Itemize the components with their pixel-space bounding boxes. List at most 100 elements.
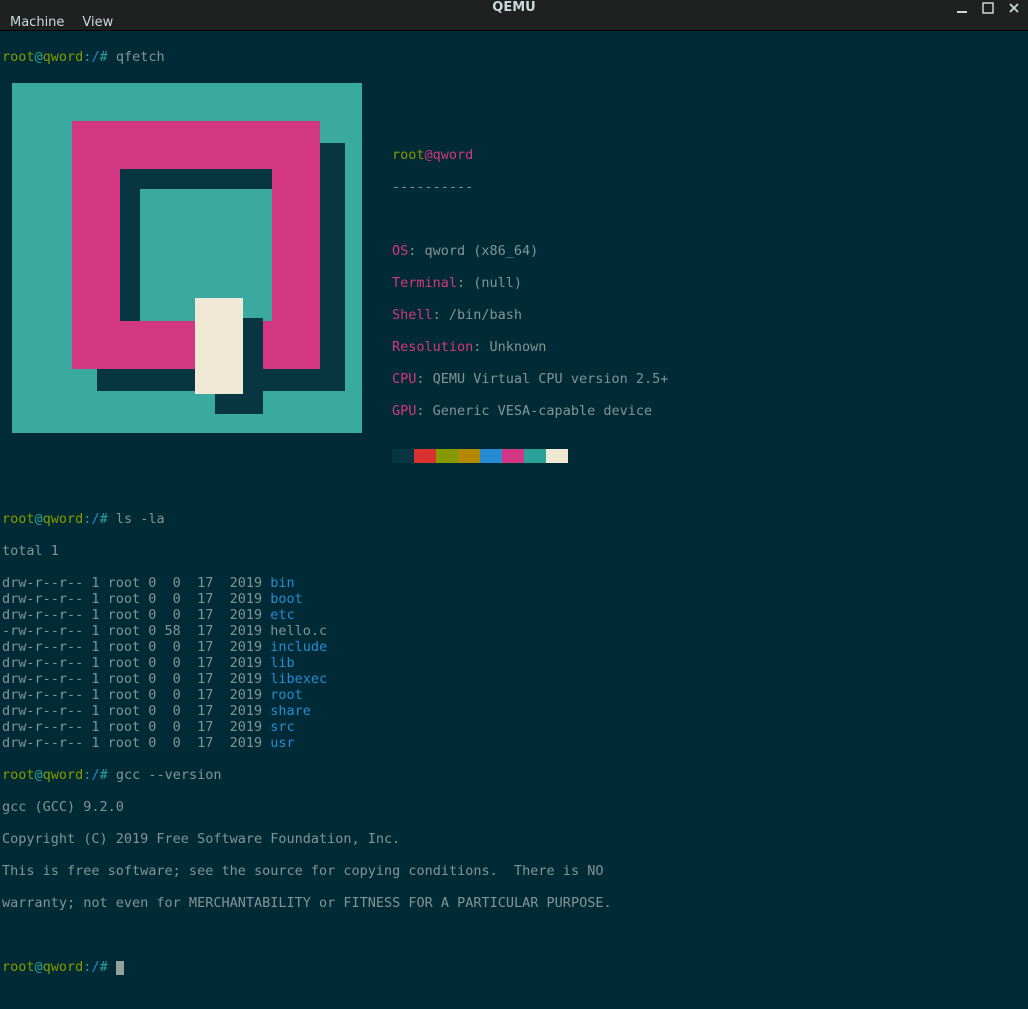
ls-row: drw-r--r-- 1 root 0 0 17 2019 bin <box>2 575 1026 591</box>
prompt-path: / <box>91 959 99 975</box>
prompt-host: qword <box>43 49 84 65</box>
ls-filename: boot <box>270 591 303 607</box>
maximize-icon[interactable] <box>980 0 996 16</box>
close-icon[interactable] <box>1006 0 1022 16</box>
prompt-user: root <box>2 767 35 783</box>
ls-perm: drw-r--r-- 1 root 0 0 17 2019 <box>2 671 270 687</box>
ls-perm: drw-r--r-- 1 root 0 0 17 2019 <box>2 655 270 671</box>
fetch-gpu-k: GPU <box>392 403 416 419</box>
fetch-os-k: OS <box>392 243 408 259</box>
color-swatch <box>524 449 546 463</box>
ls-row: drw-r--r-- 1 root 0 0 17 2019 include <box>2 639 1026 655</box>
ls-perm: -rw-r--r-- 1 root 0 58 17 2019 <box>2 623 270 639</box>
gcc-line: warranty; not even for MERCHANTABILITY o… <box>2 895 1026 911</box>
ls-perm: drw-r--r-- 1 root 0 0 17 2019 <box>2 735 270 751</box>
prompt-path: / <box>91 767 99 783</box>
prompt-at: @ <box>35 767 43 783</box>
ls-row: drw-r--r-- 1 root 0 0 17 2019 boot <box>2 591 1026 607</box>
prompt-hash: # <box>100 49 116 65</box>
fetch-user: root <box>392 147 425 163</box>
ls-filename: libexec <box>270 671 327 687</box>
titlebar: QEMU <box>0 0 1028 15</box>
cmd-gcc: gcc --version <box>116 767 222 783</box>
prompt-at: @ <box>35 511 43 527</box>
color-swatch <box>502 449 524 463</box>
prompt-user: root <box>2 959 35 975</box>
ls-row: drw-r--r-- 1 root 0 0 17 2019 lib <box>2 655 1026 671</box>
prompt-hash: # <box>100 511 116 527</box>
color-swatch <box>414 449 436 463</box>
color-swatch <box>392 449 414 463</box>
prompt-hash: # <box>100 767 116 783</box>
color-swatch <box>458 449 480 463</box>
ls-row: drw-r--r-- 1 root 0 0 17 2019 src <box>2 719 1026 735</box>
prompt-path: / <box>91 49 99 65</box>
fetch-shell-v: : /bin/bash <box>433 307 522 323</box>
terminal-area[interactable]: root@qword:/# qfetch root@qword --------… <box>0 31 1028 1009</box>
window-controls <box>954 0 1022 16</box>
ls-perm: drw-r--r-- 1 root 0 0 17 2019 <box>2 575 270 591</box>
color-swatch <box>480 449 502 463</box>
ls-filename: src <box>270 719 294 735</box>
qfetch-output: root@qword ---------- OS: qword (x86_64)… <box>2 81 1026 495</box>
minimize-icon[interactable] <box>954 0 970 16</box>
ls-filename: include <box>270 639 327 655</box>
ls-filename: share <box>270 703 311 719</box>
fetch-cpu-k: CPU <box>392 371 416 387</box>
ls-total: total 1 <box>2 543 1026 559</box>
color-swatch <box>436 449 458 463</box>
ls-perm: drw-r--r-- 1 root 0 0 17 2019 <box>2 703 270 719</box>
prompt-path: / <box>91 511 99 527</box>
prompt-host: qword <box>43 959 84 975</box>
menu-view[interactable]: View <box>82 15 113 30</box>
qemu-window: QEMU Machine View root@qword:/# qfetch r… <box>0 0 1028 823</box>
prompt-user: root <box>2 511 35 527</box>
ls-perm: drw-r--r-- 1 root 0 0 17 2019 <box>2 719 270 735</box>
prompt-hash: # <box>100 959 116 975</box>
menu-machine[interactable]: Machine <box>10 15 64 30</box>
ls-perm: drw-r--r-- 1 root 0 0 17 2019 <box>2 639 270 655</box>
gcc-line: gcc (GCC) 9.2.0 <box>2 799 1026 815</box>
cmd-qfetch: qfetch <box>116 49 165 65</box>
fetch-res-k: Resolution <box>392 339 473 355</box>
ls-row: -rw-r--r-- 1 root 0 58 17 2019 hello.c <box>2 623 1026 639</box>
cursor <box>116 961 124 975</box>
prompt-host: qword <box>43 767 84 783</box>
menubar: Machine View <box>0 15 1028 31</box>
ls-row: drw-r--r-- 1 root 0 0 17 2019 usr <box>2 735 1026 751</box>
ls-filename: lib <box>270 655 294 671</box>
cmd-ls: ls -la <box>116 511 165 527</box>
fetch-cpu-v: : QEMU Virtual CPU version 2.5+ <box>416 371 668 387</box>
gcc-line: This is free software; see the source fo… <box>2 863 1026 879</box>
qword-logo <box>12 83 362 433</box>
prompt-host: qword <box>43 511 84 527</box>
ls-filename: hello.c <box>270 623 327 639</box>
window-title: QEMU <box>492 0 535 15</box>
fetch-term-k: Terminal <box>392 275 457 291</box>
fetch-host: qword <box>433 147 474 163</box>
ls-filename: bin <box>270 575 294 591</box>
prompt-at: @ <box>35 959 43 975</box>
ls-row: drw-r--r-- 1 root 0 0 17 2019 share <box>2 703 1026 719</box>
gcc-line: Copyright (C) 2019 Free Software Foundat… <box>2 831 1026 847</box>
fetch-res-v: : Unknown <box>473 339 546 355</box>
ls-filename: root <box>270 687 303 703</box>
fetch-shell-k: Shell <box>392 307 433 323</box>
fetch-divider: ---------- <box>392 179 668 195</box>
fetch-os-v: : qword (x86_64) <box>408 243 538 259</box>
ls-row: drw-r--r-- 1 root 0 0 17 2019 root <box>2 687 1026 703</box>
ls-perm: drw-r--r-- 1 root 0 0 17 2019 <box>2 687 270 703</box>
prompt-at: @ <box>35 49 43 65</box>
ls-listing: drw-r--r-- 1 root 0 0 17 2019 bindrw-r--… <box>2 575 1026 751</box>
ls-perm: drw-r--r-- 1 root 0 0 17 2019 <box>2 591 270 607</box>
ls-filename: etc <box>270 607 294 623</box>
ls-row: drw-r--r-- 1 root 0 0 17 2019 etc <box>2 607 1026 623</box>
fetch-gpu-v: : Generic VESA-capable device <box>416 403 652 419</box>
color-swatch <box>546 449 568 463</box>
ls-row: drw-r--r-- 1 root 0 0 17 2019 libexec <box>2 671 1026 687</box>
ls-filename: usr <box>270 735 294 751</box>
ls-perm: drw-r--r-- 1 root 0 0 17 2019 <box>2 607 270 623</box>
fetch-at: @ <box>425 147 433 163</box>
prompt-user: root <box>2 49 35 65</box>
fetch-term-v: : (null) <box>457 275 522 291</box>
